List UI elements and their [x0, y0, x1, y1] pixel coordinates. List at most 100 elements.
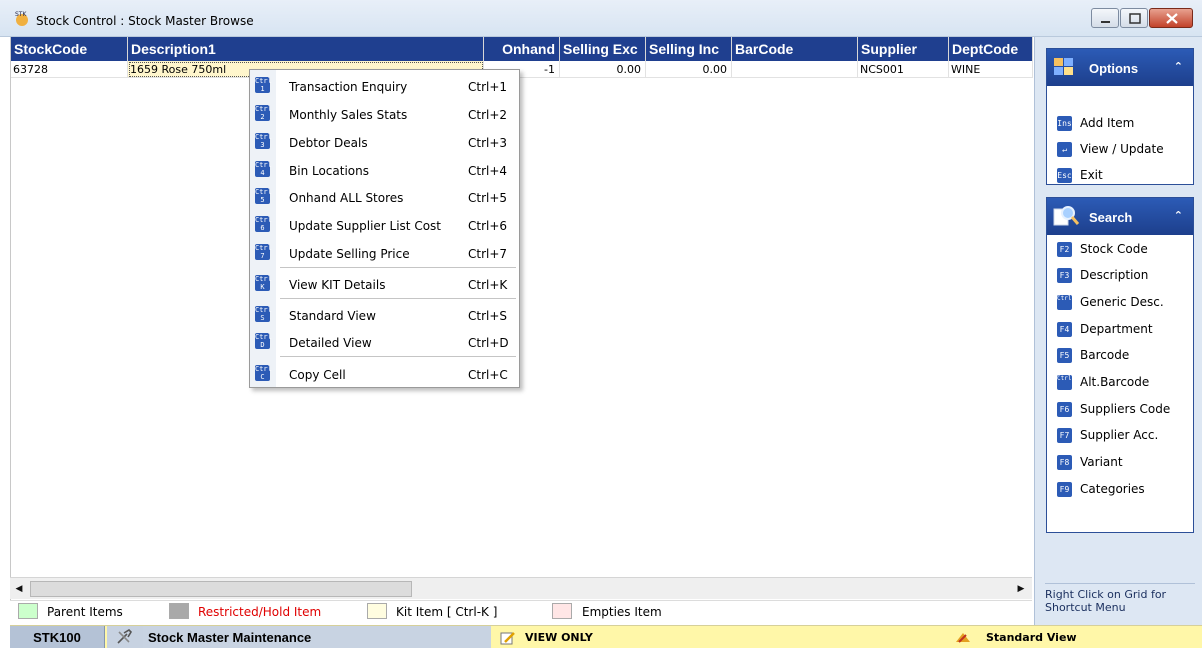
column-header-deptcode[interactable]: DeptCode [949, 37, 1033, 61]
menu-item-label: Copy Cell [289, 368, 346, 382]
f5-key-icon: F5 [1057, 348, 1072, 363]
menu-item-label: Transaction Enquiry [289, 80, 408, 94]
menu-item-transaction-enquiry[interactable]: Ctrl 1 Transaction Enquiry Ctrl+1 [250, 72, 520, 100]
search-header[interactable]: Search ⌃ [1047, 198, 1193, 235]
enter-key-icon: ↵ [1057, 142, 1072, 157]
ctrl-s-icon: Ctrl S [255, 306, 272, 322]
search-categories[interactable]: F9 Categories [1057, 479, 1145, 499]
scroll-right-arrow-icon[interactable]: ▶ [1014, 581, 1028, 597]
search-generic-desc[interactable]: Ctrl F3Generic Desc. [1057, 292, 1164, 312]
menu-item-label: Update Supplier List Cost [289, 219, 441, 233]
cell-selling-exc[interactable]: 0.00 [560, 61, 646, 78]
search-label: Barcode [1080, 348, 1130, 362]
edit-icon [500, 632, 515, 645]
ctrl-6-icon: Ctrl 6 [255, 216, 272, 232]
status-program-code: STK100 [10, 626, 105, 648]
search-label: Variant [1080, 455, 1123, 469]
menu-item-onhand-all-stores[interactable]: Ctrl 5 Onhand ALL Stores Ctrl+5 [250, 183, 520, 211]
search-alt-barcode[interactable]: Ctrl F5Alt.Barcode [1057, 372, 1149, 392]
search-stock-code[interactable]: F2 Stock Code [1057, 239, 1148, 259]
grid-header: StockCode Description1 Onhand Selling Ex… [11, 37, 1033, 61]
column-header-supplier[interactable]: Supplier [858, 37, 949, 61]
ctrl-f5-key-icon: Ctrl F5 [1057, 375, 1082, 390]
options-header[interactable]: Options ⌃ [1047, 49, 1193, 86]
maximize-button[interactable] [1120, 8, 1148, 28]
collapse-chevron-icon[interactable]: ⌃ [1174, 60, 1183, 73]
cell-supplier[interactable]: NCS001 [858, 61, 949, 78]
menu-item-label: Debtor Deals [289, 136, 368, 150]
search-description[interactable]: F3 Description [1057, 265, 1148, 285]
legend-label-empties: Empties Item [582, 605, 662, 619]
column-header-selling-inc[interactable]: Selling Inc [646, 37, 732, 61]
f9-key-icon: F9 [1057, 482, 1072, 497]
ctrl-f3-key-icon: Ctrl F3 [1057, 295, 1082, 310]
cell-deptcode[interactable]: WINE [949, 61, 1033, 78]
menu-item-shortcut: Ctrl+2 [468, 108, 508, 122]
minimize-button[interactable] [1091, 8, 1119, 28]
column-header-barcode[interactable]: BarCode [732, 37, 858, 61]
menu-item-shortcut: Ctrl+6 [468, 219, 508, 233]
option-exit[interactable]: Esc Exit [1057, 165, 1103, 185]
search-department[interactable]: F4 Department [1057, 319, 1153, 339]
view-icon [956, 633, 970, 643]
options-box: Options ⌃ Ins Add Item ↵ View / Update Esc… [1046, 48, 1194, 185]
scrollbar-thumb[interactable] [30, 581, 412, 597]
column-header-description[interactable]: Description1 [128, 37, 484, 61]
menu-item-shortcut: Ctrl+K [468, 278, 508, 292]
title-bar: STK Stock Control : Stock Master Browse [0, 0, 1202, 37]
cell-stockcode[interactable]: 63728 [11, 61, 128, 78]
stock-grid[interactable]: StockCode Description1 Onhand Selling Ex… [10, 37, 1033, 600]
ctrl-2-icon: Ctrl 2 [255, 105, 272, 121]
ctrl-d-icon: Ctrl D [255, 333, 272, 349]
ctrl-c-icon: Ctrl C [255, 365, 272, 381]
search-title: Search [1089, 210, 1133, 225]
status-mode-label: VIEW ONLY [525, 631, 593, 644]
column-header-onhand[interactable]: Onhand [484, 37, 560, 61]
search-suppliers-code[interactable]: F6 Suppliers Code [1057, 399, 1170, 419]
status-standard-view[interactable]: Standard View [954, 626, 1077, 648]
table-row[interactable]: 63728 1659 Rose 750ml -1 0.00 0.00 NCS00… [11, 61, 1033, 78]
menu-item-copy-cell[interactable]: Ctrl C Copy Cell Ctrl+C [250, 360, 520, 388]
tools-icon[interactable] [107, 626, 143, 648]
f6-key-icon: F6 [1057, 402, 1072, 417]
svg-text:STK: STK [15, 11, 27, 18]
option-label: Exit [1080, 168, 1103, 182]
menu-item-detailed-view[interactable]: Ctrl D Detailed View Ctrl+D [250, 328, 520, 356]
menu-item-label: Onhand ALL Stores [289, 191, 404, 205]
f8-key-icon: F8 [1057, 455, 1072, 470]
escape-key-icon: Esc [1057, 168, 1072, 183]
cell-selling-inc[interactable]: 0.00 [646, 61, 732, 78]
search-variant[interactable]: F8 Variant [1057, 452, 1123, 472]
menu-item-standard-view[interactable]: Ctrl S Standard View Ctrl+S [250, 301, 520, 329]
menu-item-update-supplier-list-cost[interactable]: Ctrl 6 Update Supplier List Cost Ctrl+6 [250, 211, 520, 239]
scroll-left-arrow-icon[interactable]: ◀ [12, 581, 26, 597]
legend-label-parent: Parent Items [47, 605, 123, 619]
menu-item-shortcut: Ctrl+D [468, 336, 509, 350]
menu-item-debtor-deals[interactable]: Ctrl 3 Debtor Deals Ctrl+3 [250, 128, 520, 156]
f7-key-icon: F7 [1057, 428, 1072, 443]
column-header-stockcode[interactable]: StockCode [11, 37, 128, 61]
menu-item-label: Standard View [289, 309, 376, 323]
collapse-chevron-icon[interactable]: ⌃ [1174, 209, 1183, 222]
f3-key-icon: F3 [1057, 268, 1072, 283]
option-view-update[interactable]: ↵ View / Update [1057, 139, 1164, 159]
cell-barcode[interactable] [732, 61, 858, 78]
search-barcode[interactable]: F5 Barcode [1057, 345, 1129, 365]
f2-key-icon: F2 [1057, 242, 1072, 257]
option-label: View / Update [1080, 142, 1164, 156]
menu-item-label: Monthly Sales Stats [289, 108, 408, 122]
menu-item-monthly-sales-stats[interactable]: Ctrl 2 Monthly Sales Stats Ctrl+2 [250, 100, 520, 128]
close-button[interactable] [1149, 8, 1193, 28]
search-supplier-acc[interactable]: F7 Supplier Acc. [1057, 425, 1158, 445]
menu-item-bin-locations[interactable]: Ctrl 4 Bin Locations Ctrl+4 [250, 156, 520, 184]
options-icon [1052, 54, 1082, 82]
search-label: Categories [1080, 482, 1145, 496]
ctrl-7-icon: Ctrl 7 [255, 244, 272, 260]
ctrl-5-icon: Ctrl 5 [255, 188, 272, 204]
column-header-selling-exc[interactable]: Selling Exc [560, 37, 646, 61]
menu-item-view-kit-details[interactable]: Ctrl K View KIT Details Ctrl+K [250, 270, 520, 298]
search-icon [1052, 203, 1082, 231]
horizontal-scrollbar[interactable]: ◀ ▶ [10, 577, 1032, 599]
option-add-item[interactable]: Ins Add Item [1057, 113, 1134, 133]
menu-item-update-selling-price[interactable]: Ctrl 7 Update Selling Price Ctrl+7 [250, 239, 520, 267]
